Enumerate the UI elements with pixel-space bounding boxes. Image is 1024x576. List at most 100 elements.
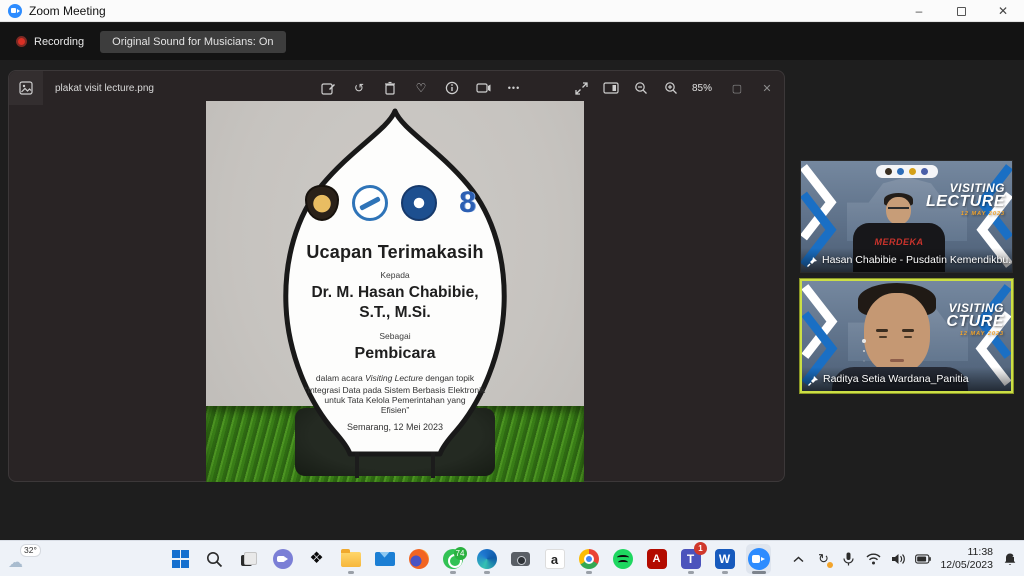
zoom-taskbar-button[interactable] [746, 544, 771, 574]
photo-filename: plakat visit lecture.png [55, 83, 154, 94]
volume-tray-button[interactable] [890, 551, 906, 567]
participant-video-raditya[interactable]: VISITING CTURE 12 MAY 2023 Raditya Setia… [800, 279, 1013, 393]
firefox-icon [409, 549, 429, 569]
battery-tray-button[interactable] [915, 551, 931, 567]
open-indicator [752, 571, 766, 574]
close-button[interactable]: ✕ [982, 0, 1024, 22]
weather-temperature: 32° [20, 544, 41, 557]
tray-chevron-button[interactable] [790, 551, 806, 567]
wifi-icon [866, 553, 881, 565]
taskbar-clock[interactable]: 11:38 12/05/2023 [940, 546, 993, 572]
whatsapp-button[interactable]: 74 [440, 544, 465, 574]
task-view-button[interactable] [236, 544, 261, 574]
event-prefix: dalam acara [316, 373, 365, 383]
word-icon: W [715, 549, 735, 569]
more-options-button[interactable]: ••• [505, 79, 523, 97]
wifi-tray-button[interactable] [865, 551, 881, 567]
camera-icon [511, 552, 530, 566]
electrical-association-logo [401, 185, 437, 221]
taskbar-center-icons: ❖ 74 a A T1 W [168, 544, 771, 574]
firefox-button[interactable] [406, 544, 431, 574]
amazon-button[interactable]: a [542, 544, 567, 574]
filmstrip-button[interactable] [602, 79, 620, 97]
person-head [886, 197, 911, 225]
zoom-out-icon [634, 81, 648, 95]
chrome-icon [579, 549, 599, 569]
plaque-role: Pembicara [206, 345, 584, 363]
person-eye [904, 336, 912, 338]
start-button[interactable] [168, 544, 193, 574]
window-title: Zoom Meeting [29, 4, 106, 18]
microphone-tray-button[interactable] [840, 551, 856, 567]
recording-label: Recording [34, 36, 84, 48]
favorite-button[interactable]: ♡ [412, 79, 430, 97]
clock-date: 12/05/2023 [940, 559, 993, 572]
focus-bell-icon: z [1003, 552, 1017, 566]
file-explorer-icon [341, 552, 361, 567]
restore-button[interactable] [940, 0, 982, 22]
microphone-icon [843, 552, 854, 566]
zoom-icon [748, 548, 770, 570]
teams-letter: T [687, 552, 694, 566]
slideshow-icon [476, 82, 491, 95]
overlay-line2: CTURE [946, 314, 1004, 330]
teams-badge: 1 [694, 542, 707, 555]
rotate-button[interactable]: ↺ [350, 79, 368, 97]
event-name: Visiting Lecture [365, 373, 423, 383]
pin-icon [807, 257, 817, 267]
mail-icon [375, 552, 395, 566]
camera-button[interactable] [508, 544, 533, 574]
teams-icon: T1 [681, 549, 701, 569]
participant-video-hasan[interactable]: VISITING LECTURE 12 MAY 2023 MERDEKA Has… [800, 160, 1013, 273]
weather-widget[interactable]: 32° ☁ [8, 544, 48, 574]
mail-button[interactable] [372, 544, 397, 574]
plaque-logos: 8 [206, 185, 584, 221]
overlay-date: 12 MAY 2023 [926, 212, 1005, 218]
spotify-button[interactable] [610, 544, 635, 574]
photos-maximize-button[interactable]: ▢ [724, 76, 750, 100]
pill-logo-2 [897, 168, 904, 175]
svg-text:z: z [1013, 553, 1016, 559]
edge-button[interactable] [474, 544, 499, 574]
shirt-text: MERDEKA [853, 237, 945, 247]
zoom-in-button[interactable] [662, 79, 680, 97]
person-eyebrow [902, 329, 914, 332]
info-button[interactable] [443, 79, 461, 97]
zoom-in-icon [664, 81, 678, 95]
photos-view-icons: 85% [572, 71, 712, 105]
acrobat-button[interactable]: A [644, 544, 669, 574]
chat-button[interactable] [270, 544, 295, 574]
plaque-kepada: Kepada [206, 270, 584, 280]
background-logos-pill [876, 165, 938, 178]
earphone [862, 339, 866, 343]
zoom-out-button[interactable] [632, 79, 650, 97]
search-button[interactable] [202, 544, 227, 574]
zoom-app-icon [8, 4, 22, 18]
see-all-photos-button[interactable] [9, 71, 43, 105]
minimize-button[interactable]: – [898, 0, 940, 22]
recording-indicator-icon [16, 36, 27, 47]
dropbox-button[interactable]: ❖ [304, 544, 329, 574]
file-explorer-button[interactable] [338, 544, 363, 574]
see-all-photos-icon [19, 81, 33, 95]
open-indicator [348, 571, 354, 574]
plaque-topic-line2: untuk Tata Kelola Pemerintahan yang [206, 395, 584, 405]
acrobat-icon: A [647, 549, 667, 569]
word-button[interactable]: W [712, 544, 737, 574]
sync-status-button[interactable]: ↻ [815, 551, 831, 567]
focus-assist-button[interactable]: z [1002, 551, 1018, 567]
edit-image-button[interactable] [319, 79, 337, 97]
photos-close-button[interactable]: ✕ [754, 76, 780, 100]
photos-minimize-button[interactable]: – [694, 76, 720, 100]
start-icon [172, 550, 190, 568]
meeting-info-bar: Recording Original Sound for Musicians: … [0, 23, 1024, 60]
teknik-elektro-logo [352, 185, 388, 221]
chrome-button[interactable] [576, 544, 601, 574]
fullscreen-button[interactable] [572, 79, 590, 97]
delete-button[interactable] [381, 79, 399, 97]
plaque-recipient-line2: S.T., M.Si. [206, 304, 584, 322]
photos-edit-icons: ↺ ♡ ••• [319, 71, 523, 105]
original-sound-toggle[interactable]: Original Sound for Musicians: On [100, 31, 285, 53]
slideshow-button[interactable] [474, 79, 492, 97]
teams-button[interactable]: T1 [678, 544, 703, 574]
